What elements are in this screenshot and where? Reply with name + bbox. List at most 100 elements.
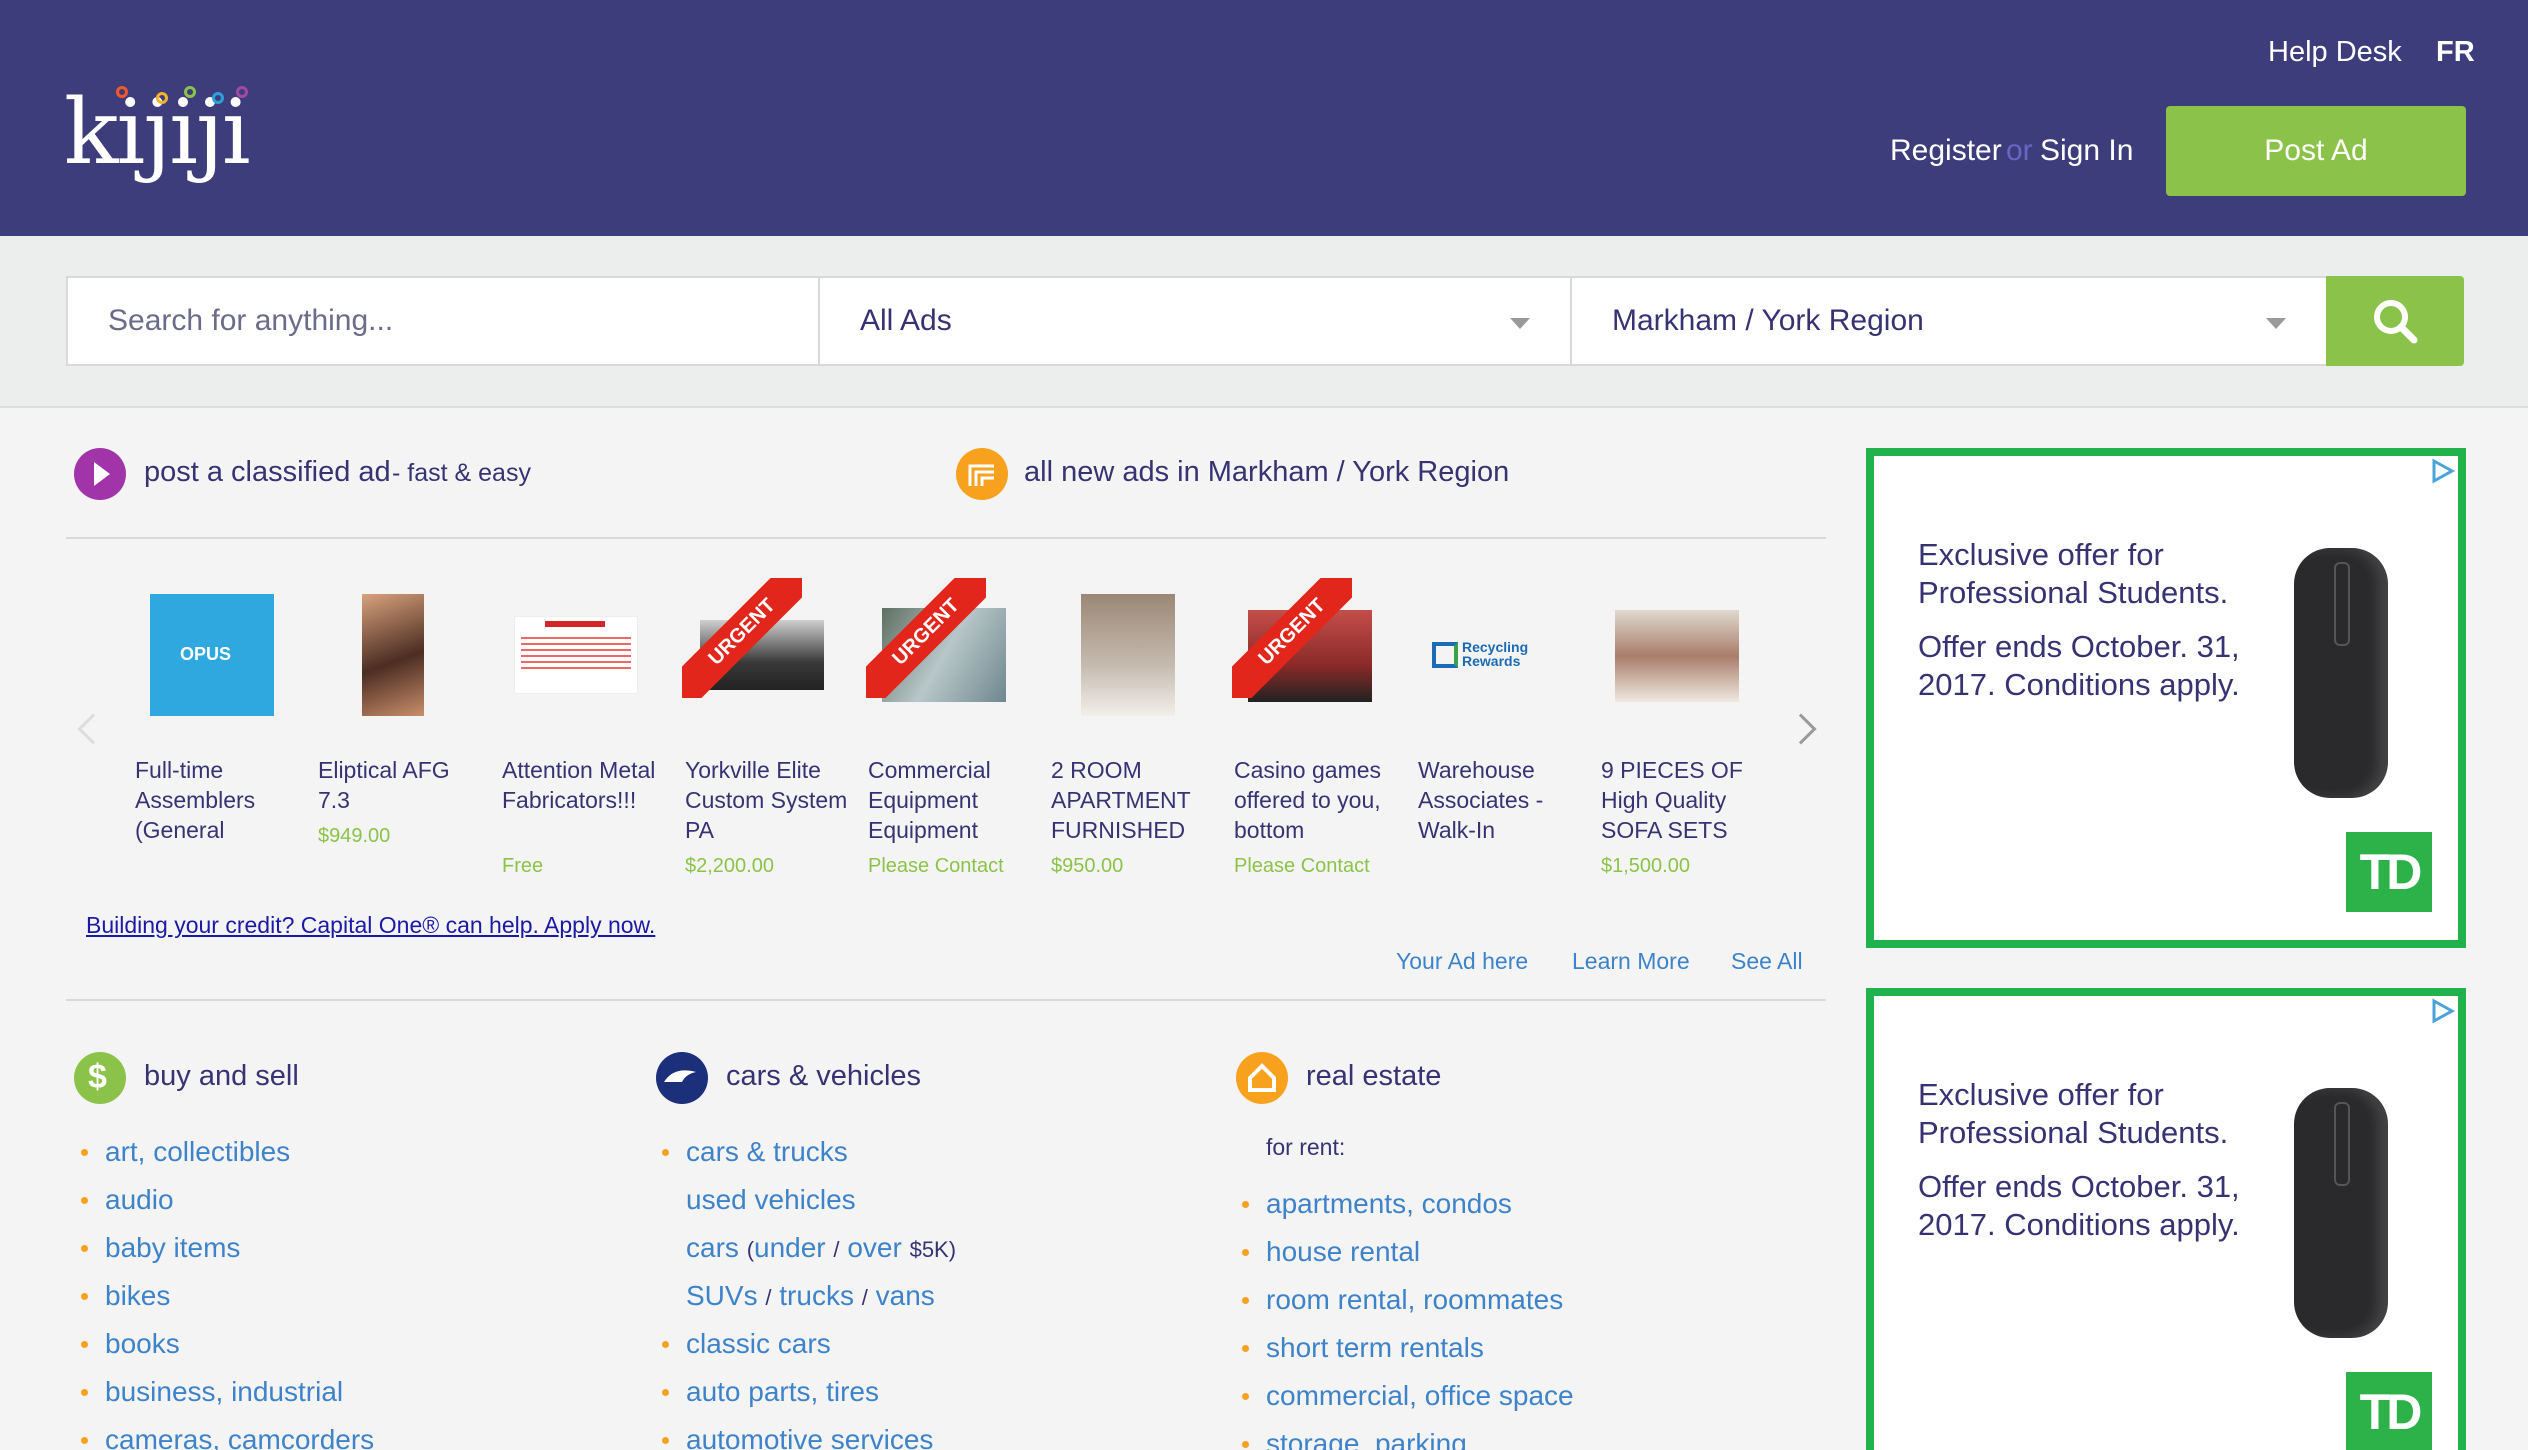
new-ads-link[interactable]: all new ads in Markham / York Region [1024, 456, 1509, 489]
for-rent-label: for rent: [1266, 1134, 1346, 1160]
ad-title[interactable]: 9 PIECES OF High Quality SOFA SETS [1601, 755, 1771, 845]
recycling-rewards-text: Recycling Rewards [1462, 639, 1529, 669]
ad-title[interactable]: Casino games offered to you, bottom [1234, 755, 1404, 845]
ad-title[interactable]: Eliptical AFG 7.3 [318, 755, 488, 815]
ad-headline: Exclusive offer for Professional Student… [1918, 537, 2229, 610]
logo-dot [212, 92, 224, 104]
carousel-next-icon[interactable] [1785, 713, 1817, 745]
category-select[interactable]: All Ads [818, 276, 1572, 366]
ad-price: $1,500.00 [1601, 855, 1690, 877]
td-logo: TD [2346, 832, 2432, 912]
recycle-icon [1432, 642, 1458, 668]
category-link-room-rental[interactable]: room rental, roommates [1242, 1276, 1574, 1324]
location-value: Markham / York Region [1612, 304, 1924, 337]
language-toggle[interactable]: FR [2436, 36, 2475, 69]
ad-price: Free [502, 855, 544, 877]
ad-title[interactable]: Warehouse Associates - Walk-In [1418, 755, 1588, 845]
see-all-link[interactable]: See All [1731, 948, 1803, 975]
cars-link[interactable]: cars [686, 1232, 739, 1263]
cars-title[interactable]: cars & vehicles [726, 1060, 921, 1093]
divider [66, 999, 1826, 1001]
category-link-cameras[interactable]: cameras, camcorders [81, 1416, 374, 1450]
adchoices-icon[interactable] [2428, 998, 2456, 1024]
new-ads-icon [956, 448, 1008, 500]
ad-price: Please Contact [868, 855, 1004, 877]
learn-more-link[interactable]: Learn More [1572, 948, 1690, 975]
buy-sell-list: art, collectibles audio baby items bikes… [81, 1128, 374, 1450]
house-icon [1236, 1052, 1288, 1104]
buy-sell-title[interactable]: buy and sell [144, 1060, 299, 1093]
real-estate-list: apartments, condos house rental room ren… [1242, 1180, 1574, 1450]
register-link[interactable]: Register [1890, 134, 2002, 168]
ad-thumbnail[interactable]: OPUS [150, 594, 274, 716]
over-link[interactable]: over [847, 1232, 901, 1263]
side-banner-ad[interactable]: Exclusive offer for Professional Student… [1866, 988, 2466, 1450]
help-desk-link[interactable]: Help Desk [2268, 36, 2402, 69]
ad-price: $949.00 [318, 825, 391, 847]
category-link-cars-trucks[interactable]: cars & trucks [662, 1128, 956, 1176]
ad-title[interactable]: Commercial Equipment Equipment [868, 755, 1038, 845]
capital-one-ad-link[interactable]: Building your credit? Capital One® can h… [86, 912, 655, 939]
logo-dot [156, 92, 168, 104]
category-link-business[interactable]: business, industrial [81, 1368, 374, 1416]
search-button[interactable] [2326, 276, 2464, 366]
category-link-suvs: SUVs / trucks / vans [686, 1280, 935, 1311]
ad-price: $2,200.00 [685, 855, 774, 877]
speaker-image [2294, 548, 2388, 798]
category-link-classic-cars[interactable]: classic cars [662, 1320, 956, 1368]
ad-price: Please Contact [1234, 855, 1370, 877]
category-link-bikes[interactable]: bikes [81, 1272, 374, 1320]
category-link-apartments[interactable]: apartments, condos [1242, 1180, 1574, 1228]
header [0, 0, 2528, 236]
post-ad-button[interactable]: Post Ad [2166, 106, 2466, 196]
ad-title[interactable]: Attention Metal Fabricators!!! [502, 755, 672, 815]
search-input[interactable]: Search for anything... [66, 276, 820, 366]
trucks-link[interactable]: trucks [779, 1280, 854, 1311]
category-link-used-vehicles[interactable]: used vehicles [686, 1176, 956, 1224]
urgent-badge: URGENT [866, 578, 986, 698]
category-link-automotive-services[interactable]: automotive services [662, 1416, 956, 1450]
vans-link[interactable]: vans [876, 1280, 935, 1311]
ad-thumbnail[interactable] [1081, 594, 1175, 716]
suvs-link[interactable]: SUVs [686, 1280, 758, 1311]
real-estate-title[interactable]: real estate [1306, 1060, 1441, 1093]
recycling-rewards-logo[interactable]: Recycling Rewards [1432, 638, 1552, 672]
ad-title[interactable]: Full-time Assemblers (General [135, 755, 305, 845]
search-placeholder: Search for anything... [108, 304, 394, 337]
ad-thumbnail[interactable] [1615, 610, 1739, 702]
category-link-commercial[interactable]: commercial, office space [1242, 1372, 1574, 1420]
adchoices-icon[interactable] [2428, 458, 2456, 484]
category-link-short-term[interactable]: short term rentals [1242, 1324, 1574, 1372]
chevron-down-icon [2266, 318, 2286, 329]
ad-thumbnail[interactable] [514, 616, 638, 694]
ad-title[interactable]: 2 ROOM APARTMENT FURNISHED [1051, 755, 1221, 845]
post-classified-link[interactable]: post a classified ad [144, 456, 391, 489]
dollar-icon: $ [74, 1052, 126, 1104]
side-banner-ad[interactable]: Exclusive offer for Professional Student… [1866, 448, 2466, 948]
sign-in-link[interactable]: Sign In [2040, 134, 2133, 168]
ad-thumbnail[interactable] [362, 594, 424, 716]
your-ad-here-link[interactable]: Your Ad here [1396, 948, 1528, 975]
category-link-house-rental[interactable]: house rental [1242, 1228, 1574, 1276]
category-link-books[interactable]: books [81, 1320, 374, 1368]
under-link[interactable]: under [754, 1232, 826, 1263]
category-link-art[interactable]: art, collectibles [81, 1128, 374, 1176]
category-link-cars-price: cars (under / over $5K) [686, 1232, 957, 1263]
category-link-storage[interactable]: storage, parking [1242, 1420, 1574, 1450]
category-link-baby[interactable]: baby items [81, 1224, 374, 1272]
flyer-header-bar [545, 621, 605, 627]
post-classified-subtitle: - fast & easy [392, 459, 531, 487]
kijiji-logo[interactable]: kijiji [64, 82, 254, 192]
ad-price: $950.00 [1051, 855, 1124, 877]
td-logo: TD [2346, 1372, 2432, 1450]
car-icon [656, 1052, 708, 1104]
category-link-auto-parts[interactable]: auto parts, tires [662, 1368, 956, 1416]
or-separator: or [2006, 134, 2033, 167]
ad-title[interactable]: Yorkville Elite Custom System PA [685, 755, 855, 845]
ad-body: Offer ends October. 31, 2017. Conditions… [1918, 1169, 2240, 1242]
speaker-image [2294, 1088, 2388, 1338]
category-link-audio[interactable]: audio [81, 1176, 374, 1224]
flyer-red-lines [521, 633, 631, 673]
carousel-prev-icon[interactable] [77, 713, 109, 745]
location-select[interactable]: Markham / York Region [1570, 276, 2328, 366]
